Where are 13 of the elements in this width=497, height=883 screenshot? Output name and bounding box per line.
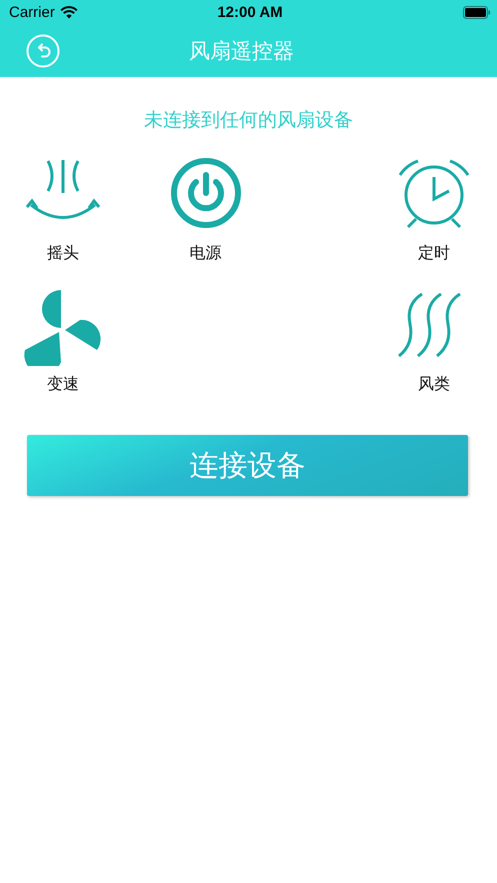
back-button[interactable] — [26, 34, 60, 68]
control-label: 摇头 — [47, 243, 79, 264]
wifi-icon — [60, 6, 78, 19]
connect-button[interactable]: 连接设备 — [27, 435, 468, 496]
connection-status: 未连接到任何的风扇设备 — [143, 108, 354, 133]
control-label: 风类 — [418, 374, 450, 395]
carrier-name: Carrier — [9, 4, 55, 21]
control-label: 变速 — [47, 374, 79, 395]
control-label: 定时 — [418, 243, 450, 264]
control-label: 电源 — [190, 243, 222, 264]
clock-time: 12:00 AM — [217, 4, 283, 21]
screen-title: 风扇遥控器 — [189, 38, 294, 65]
battery-icon — [463, 6, 491, 19]
